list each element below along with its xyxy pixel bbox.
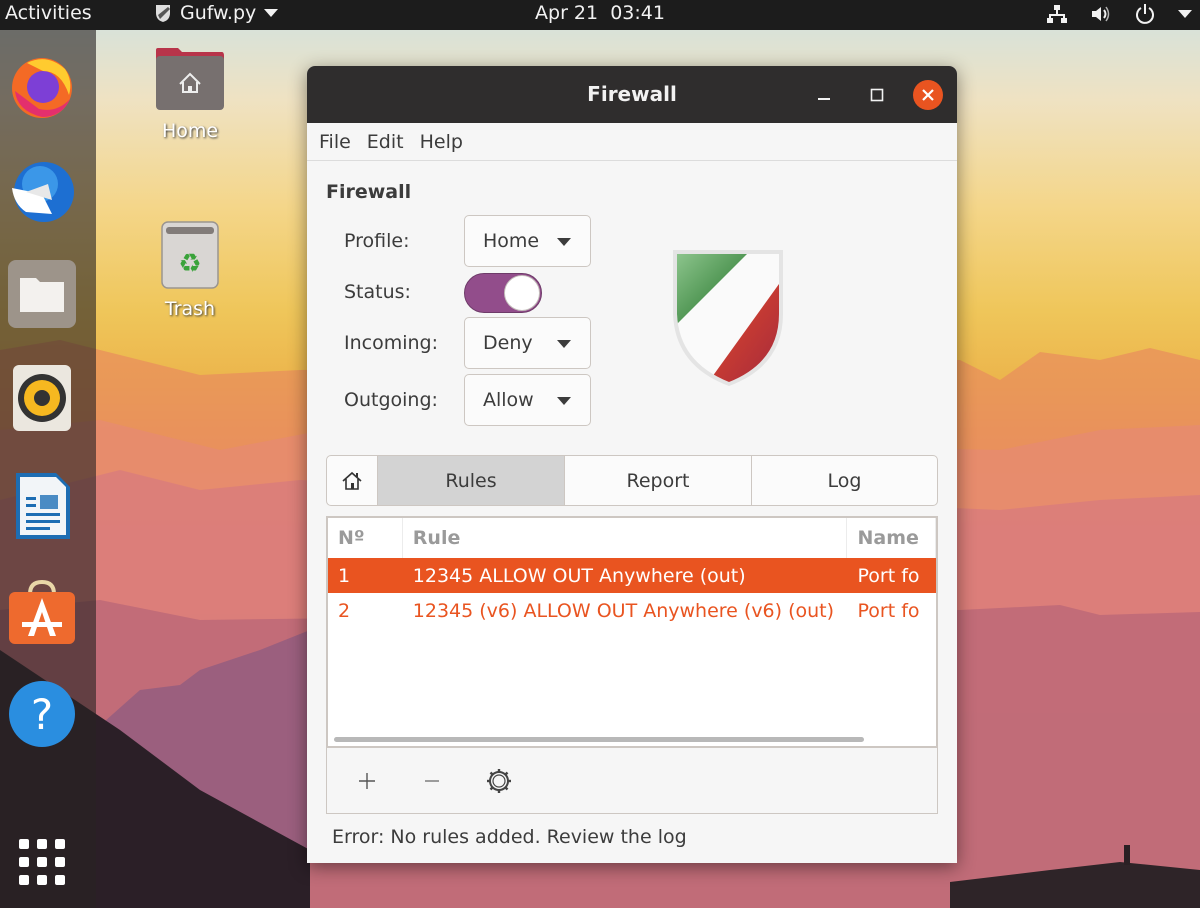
minus-icon bbox=[425, 780, 439, 782]
chevron-down-icon bbox=[557, 340, 571, 348]
plus-icon bbox=[359, 773, 375, 789]
table-header: Nº Rule Name bbox=[328, 518, 936, 558]
edit-rule-button[interactable] bbox=[484, 766, 514, 796]
dock: ? bbox=[0, 30, 96, 908]
menu-edit[interactable]: Edit bbox=[359, 131, 412, 153]
svg-text:?: ? bbox=[31, 690, 53, 739]
rules-toolbar bbox=[326, 748, 938, 814]
svg-text:♻: ♻ bbox=[178, 249, 201, 279]
dock-item-software[interactable] bbox=[6, 575, 78, 647]
trash-icon: ♻ bbox=[161, 221, 219, 289]
incoming-dropdown[interactable]: Deny bbox=[464, 317, 591, 369]
dock-item-files[interactable] bbox=[6, 258, 78, 330]
writer-icon bbox=[16, 473, 70, 539]
tab-rules[interactable]: Rules bbox=[377, 456, 564, 505]
system-tray[interactable] bbox=[1046, 3, 1192, 25]
tab-log[interactable]: Log bbox=[751, 456, 937, 505]
cell-rule: 12345 (v6) ALLOW OUT Anywhere (v6) (out) bbox=[412, 599, 835, 622]
dock-item-writer[interactable] bbox=[6, 470, 78, 542]
dock-item-help[interactable]: ? bbox=[6, 678, 78, 750]
close-button[interactable] bbox=[913, 80, 943, 110]
cell-no: 1 bbox=[338, 564, 351, 587]
incoming-label: Incoming: bbox=[344, 332, 439, 354]
power-icon bbox=[1136, 4, 1154, 24]
maximize-icon bbox=[870, 88, 884, 102]
gear-icon bbox=[487, 769, 511, 793]
menu-help[interactable]: Help bbox=[412, 131, 471, 153]
horizontal-scrollbar[interactable] bbox=[334, 737, 864, 742]
column-header-rule[interactable]: Rule bbox=[403, 518, 848, 558]
rules-table: Nº Rule Name 1 12345 ALLOW OUT Anywhere … bbox=[326, 516, 938, 748]
rhythmbox-icon bbox=[13, 365, 71, 431]
maximize-button[interactable] bbox=[862, 80, 892, 110]
thunderbird-icon bbox=[12, 162, 74, 222]
tab-bar: Rules Report Log bbox=[326, 455, 938, 506]
outgoing-dropdown[interactable]: Allow bbox=[464, 374, 591, 426]
incoming-value: Deny bbox=[483, 332, 533, 354]
date: Apr 21 bbox=[535, 2, 599, 24]
profile-value: Home bbox=[483, 230, 540, 252]
remove-rule-button[interactable] bbox=[417, 766, 447, 796]
chevron-down-icon bbox=[1178, 10, 1192, 18]
app-grid-icon bbox=[19, 839, 65, 885]
time: 03:41 bbox=[610, 2, 665, 24]
shield-icon bbox=[673, 250, 783, 386]
minimize-icon bbox=[818, 98, 830, 100]
toggle-knob bbox=[504, 275, 540, 311]
title-bar[interactable]: Firewall bbox=[307, 66, 957, 123]
menu-file[interactable]: File bbox=[311, 131, 359, 153]
desktop-icon-label: Home bbox=[161, 120, 219, 142]
top-bar: Activities Gufw.py Apr 21 03:41 bbox=[0, 0, 1200, 30]
desktop-icon-home[interactable]: Home bbox=[140, 46, 240, 142]
profile-dropdown[interactable]: Home bbox=[464, 215, 591, 267]
chevron-down-icon bbox=[557, 397, 571, 405]
desktop-icon-label: Trash bbox=[164, 298, 216, 320]
close-icon bbox=[922, 89, 934, 101]
cell-name: Port fo bbox=[857, 564, 920, 587]
dock-item-firefox[interactable] bbox=[6, 50, 78, 122]
software-icon bbox=[9, 579, 75, 644]
table-row[interactable]: 2 12345 (v6) ALLOW OUT Anywhere (v6) (ou… bbox=[328, 593, 936, 628]
home-icon bbox=[342, 471, 362, 490]
status-toggle[interactable] bbox=[464, 273, 542, 313]
chevron-down-icon bbox=[557, 238, 571, 246]
volume-icon bbox=[1092, 6, 1110, 22]
outgoing-value: Allow bbox=[483, 389, 534, 411]
column-header-no[interactable]: Nº bbox=[328, 518, 403, 558]
clock[interactable]: Apr 21 03:41 bbox=[0, 2, 1200, 24]
dock-item-rhythmbox[interactable] bbox=[6, 362, 78, 434]
cell-no: 2 bbox=[338, 599, 351, 622]
outgoing-label: Outgoing: bbox=[344, 389, 438, 411]
tab-report[interactable]: Report bbox=[564, 456, 751, 505]
files-icon bbox=[8, 260, 76, 328]
desktop-icon-trash[interactable]: ♻ Trash bbox=[140, 220, 240, 320]
tab-home[interactable] bbox=[327, 456, 377, 505]
help-icon: ? bbox=[9, 681, 75, 747]
status-message: Error: No rules added. Review the log bbox=[332, 826, 687, 848]
window-title: Firewall bbox=[587, 82, 677, 106]
home-folder-icon bbox=[156, 48, 224, 110]
cell-rule: 12345 ALLOW OUT Anywhere (out) bbox=[412, 564, 746, 587]
network-icon bbox=[1047, 5, 1067, 23]
section-title: Firewall bbox=[326, 181, 412, 203]
cell-name: Port fo bbox=[857, 599, 920, 622]
dock-item-show-applications[interactable] bbox=[6, 826, 78, 898]
firefox-icon bbox=[12, 58, 72, 118]
firewall-window: Firewall File Edit Help Firewall Profile… bbox=[307, 66, 957, 863]
menu-bar: File Edit Help bbox=[307, 123, 957, 161]
column-header-name[interactable]: Name bbox=[847, 518, 936, 558]
add-rule-button[interactable] bbox=[352, 766, 382, 796]
minimize-button[interactable] bbox=[809, 80, 839, 110]
profile-label: Profile: bbox=[344, 230, 410, 252]
dock-item-thunderbird[interactable] bbox=[6, 154, 78, 226]
table-row[interactable]: 1 12345 ALLOW OUT Anywhere (out) Port fo bbox=[328, 558, 936, 593]
status-label: Status: bbox=[344, 281, 411, 303]
